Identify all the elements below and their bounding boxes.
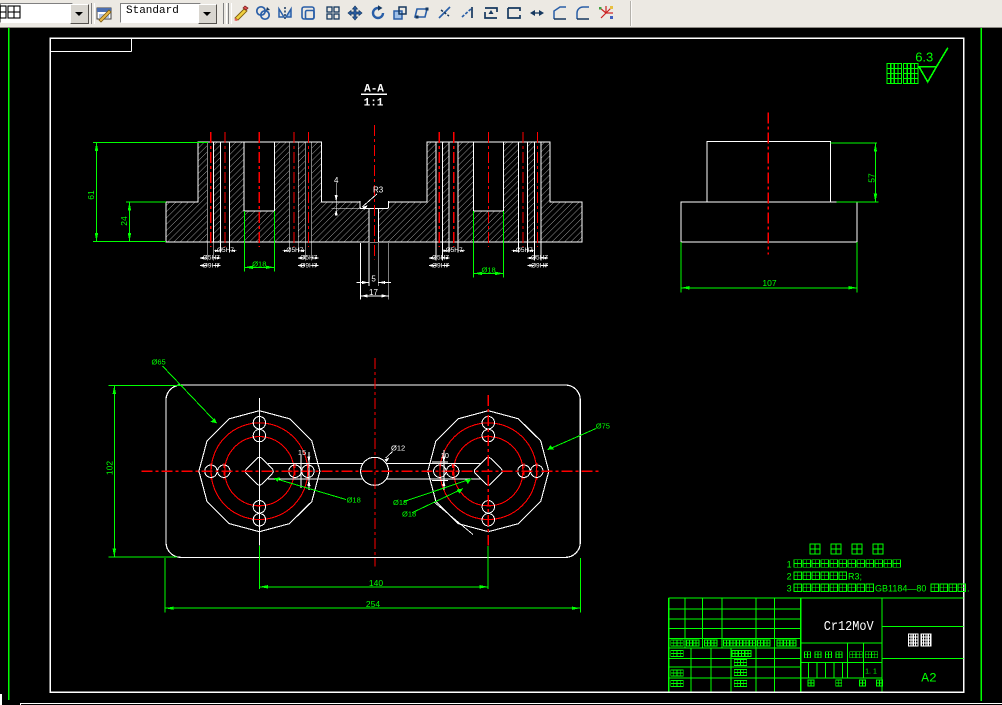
svg-text:Ø65: Ø65 (152, 358, 166, 367)
svg-text:57: 57 (867, 173, 877, 183)
svg-text:A2: A2 (921, 671, 937, 686)
svg-text:1. 1: 1. 1 (865, 669, 877, 676)
svg-text:140: 140 (369, 578, 383, 588)
svg-text:Ø5H7: Ø5H7 (432, 255, 449, 262)
svg-text:5: 5 (371, 274, 376, 283)
svg-text:Ø5H7: Ø5H7 (446, 247, 463, 254)
svg-text:Ø18: Ø18 (393, 498, 407, 507)
svg-text:3: 3 (787, 584, 792, 594)
svg-text:102: 102 (105, 461, 115, 475)
svg-text:R3;: R3; (848, 572, 862, 582)
svg-text:Ø9H7: Ø9H7 (432, 262, 449, 269)
svg-text:1: 1 (787, 560, 792, 570)
svg-text:4: 4 (334, 176, 339, 185)
svg-text:24: 24 (119, 216, 129, 226)
svg-text:Ø5H7: Ø5H7 (300, 255, 317, 262)
svg-text:Ø5H7: Ø5H7 (516, 247, 533, 254)
svg-text:Ø5H7: Ø5H7 (531, 255, 548, 262)
svg-text:Ø18: Ø18 (482, 266, 496, 275)
svg-text:Ø18: Ø18 (252, 260, 266, 269)
svg-text:61: 61 (86, 190, 96, 200)
svg-text:Ø75: Ø75 (596, 422, 610, 431)
svg-text:Ø18: Ø18 (347, 495, 361, 504)
svg-text:Cr12MoV: Cr12MoV (824, 620, 875, 635)
svg-text:17: 17 (369, 288, 378, 297)
svg-text:Ø5H7: Ø5H7 (203, 255, 220, 262)
svg-text:Ø12: Ø12 (391, 444, 405, 453)
svg-text:GB1184—80: GB1184—80 (875, 584, 926, 594)
svg-text:6.3: 6.3 (915, 50, 933, 65)
svg-text:R3: R3 (373, 186, 384, 195)
svg-text:Ø5H7: Ø5H7 (217, 247, 234, 254)
svg-text:254: 254 (366, 599, 380, 609)
svg-text:Ø9H7: Ø9H7 (531, 262, 548, 269)
svg-text:15: 15 (298, 448, 306, 457)
svg-text:1:1: 1:1 (364, 98, 384, 110)
svg-text:Ø18: Ø18 (402, 510, 416, 519)
svg-text:Ø5H7: Ø5H7 (286, 247, 303, 254)
svg-text:Ø9H7: Ø9H7 (300, 262, 317, 269)
svg-text:.: . (967, 584, 970, 594)
svg-text:Ø9H7: Ø9H7 (203, 262, 220, 269)
svg-text:2: 2 (787, 572, 792, 582)
svg-text:107: 107 (762, 278, 776, 288)
